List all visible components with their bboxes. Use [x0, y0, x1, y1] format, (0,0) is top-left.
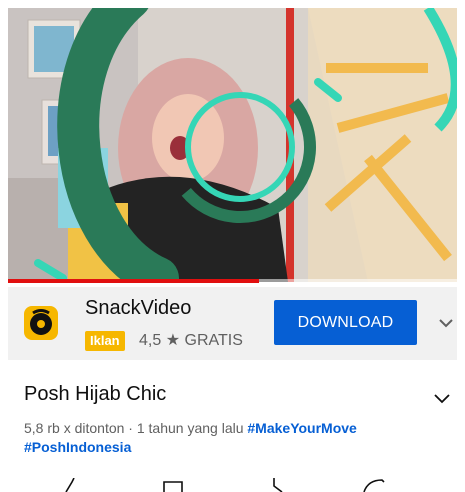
save-icon[interactable]: [160, 478, 186, 492]
video-progress-bar[interactable]: [8, 279, 457, 283]
video-player[interactable]: [8, 8, 457, 282]
video-title[interactable]: Posh Hijab Chic: [24, 383, 166, 406]
share-icon[interactable]: [360, 478, 386, 492]
dislike-icon[interactable]: [268, 478, 288, 492]
download-button[interactable]: DOWNLOAD: [274, 300, 417, 345]
advertiser-name[interactable]: SnackVideo: [85, 297, 191, 320]
hashtag-poshindonesia[interactable]: #PoshIndonesia: [24, 439, 131, 455]
meta-separator: ·: [128, 420, 133, 436]
price-label: GRATIS: [184, 332, 243, 349]
rating-value: 4,5: [139, 332, 162, 349]
ad-banner[interactable]: SnackVideo Iklan 4,5 ★ GRATIS DOWNLOAD: [8, 287, 457, 360]
video-meta: 5,8 rb x ditonton · 1 tahun yang lalu #M…: [24, 419, 434, 457]
like-icon[interactable]: [62, 478, 82, 492]
view-count: 5,8 rb x ditonton: [24, 420, 125, 436]
video-frame: [8, 8, 457, 282]
expand-description-icon[interactable]: [432, 388, 452, 408]
video-progress-fill: [8, 279, 260, 283]
star-icon: ★: [165, 332, 181, 349]
chevron-down-icon[interactable]: [436, 313, 456, 333]
snackvideo-app-icon[interactable]: [24, 306, 58, 340]
action-bar: [0, 478, 465, 492]
ad-badge: Iklan: [85, 331, 125, 351]
app-rating: 4,5 ★ GRATIS: [139, 330, 243, 350]
hashtag-makeyourmove[interactable]: #MakeYourMove: [247, 420, 356, 436]
upload-age: 1 tahun yang lalu: [136, 420, 244, 436]
